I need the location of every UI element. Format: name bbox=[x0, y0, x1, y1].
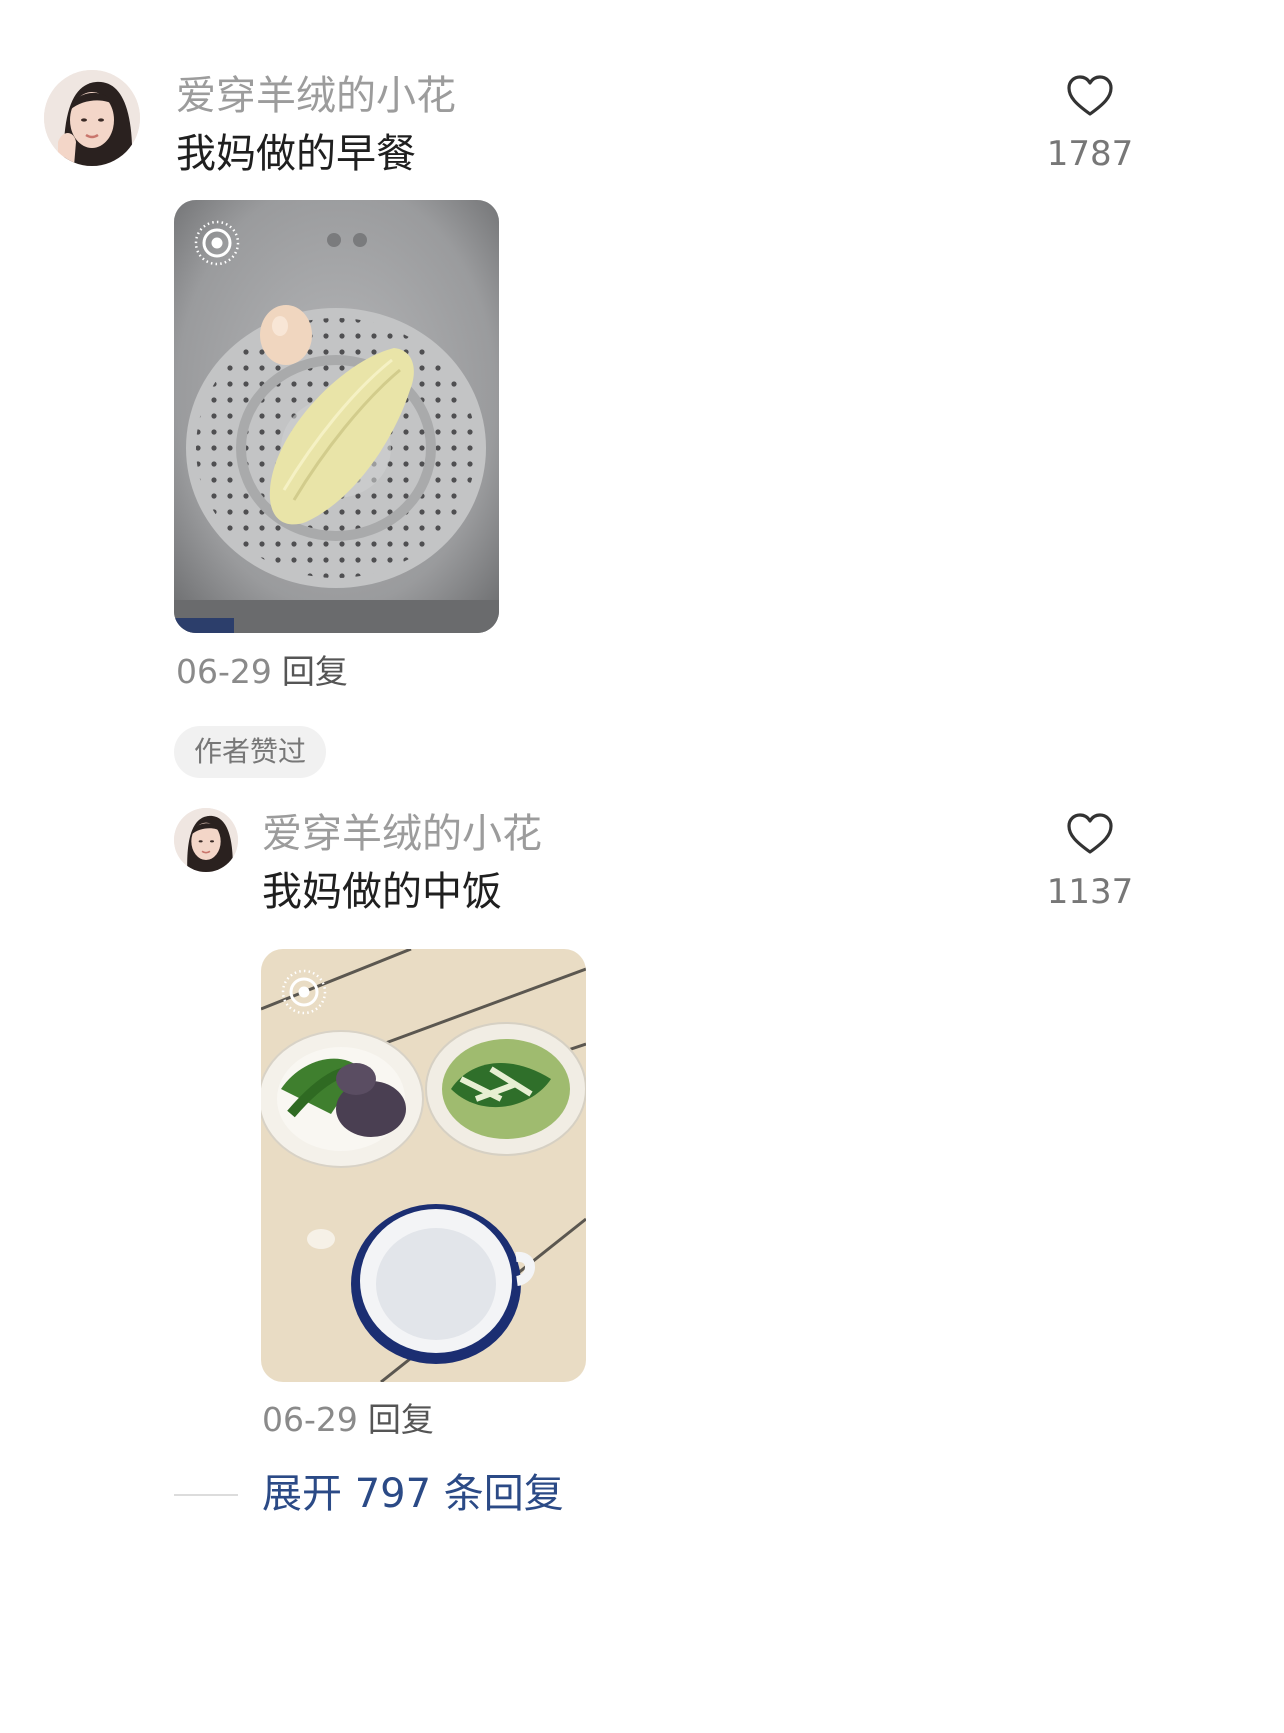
like-button[interactable]: 1787 bbox=[1030, 74, 1150, 174]
avatar[interactable] bbox=[174, 808, 238, 872]
comment-date: 06-29 bbox=[176, 652, 272, 691]
heart-outline-icon bbox=[1067, 75, 1113, 116]
live-photo-icon bbox=[194, 220, 240, 266]
avatar-image bbox=[44, 70, 140, 166]
live-photo-icon bbox=[281, 969, 327, 1015]
like-count: 1787 bbox=[1046, 134, 1134, 174]
comment-username[interactable]: 爱穿羊绒的小花 bbox=[176, 72, 456, 120]
reply-button[interactable]: 回复 bbox=[368, 1400, 434, 1439]
comment-username[interactable]: 爱穿羊绒的小花 bbox=[262, 810, 542, 858]
avatar-image bbox=[174, 808, 238, 872]
like-button[interactable]: 1137 bbox=[1030, 812, 1150, 912]
author-liked-badge: 作者赞过 bbox=[174, 726, 327, 778]
comment-photo[interactable] bbox=[261, 949, 586, 1382]
heart-outline-icon bbox=[1067, 813, 1113, 854]
expand-divider bbox=[174, 1494, 238, 1496]
like-count: 1137 bbox=[1046, 872, 1134, 912]
avatar[interactable] bbox=[44, 70, 140, 166]
reply-button[interactable]: 回复 bbox=[282, 652, 348, 691]
expand-replies-link[interactable]: 展开 797 条回复 bbox=[262, 1470, 564, 1518]
comment-meta: 06-29 回复 bbox=[262, 1400, 434, 1440]
comment-text: 我妈做的中饭 bbox=[262, 869, 502, 915]
comment-photo[interactable] bbox=[174, 200, 499, 633]
comment-date: 06-29 bbox=[262, 1400, 358, 1439]
comment-text: 我妈做的早餐 bbox=[176, 131, 416, 177]
comment-meta: 06-29 回复 bbox=[176, 652, 348, 692]
